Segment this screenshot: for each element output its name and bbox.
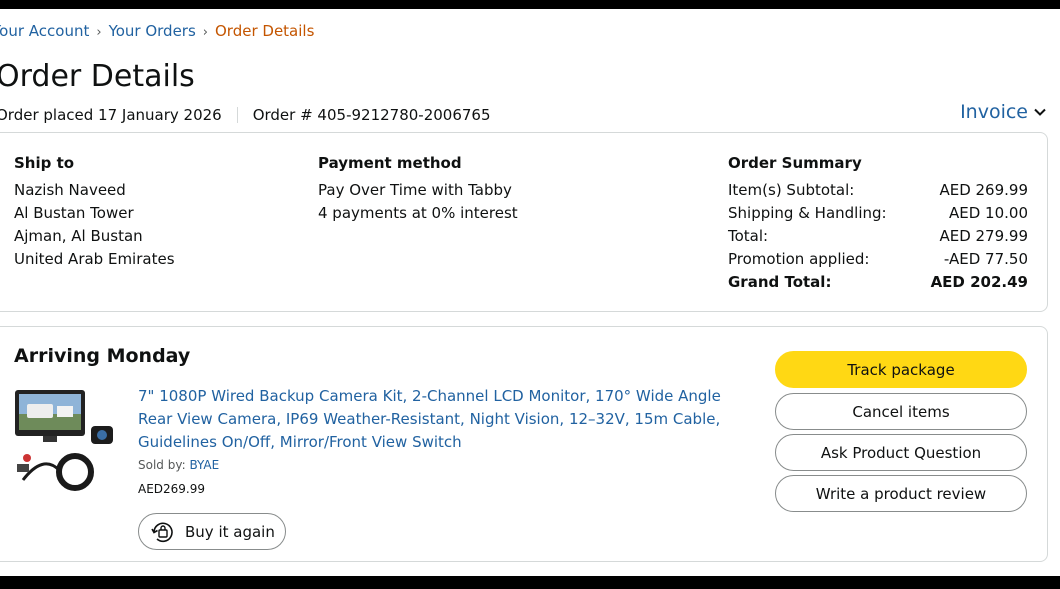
- meta-divider: [236, 107, 238, 123]
- invoice-dropdown[interactable]: Invoice: [960, 101, 1046, 123]
- buy-again-button[interactable]: Buy it again: [138, 513, 286, 550]
- summary-value: AED 279.99: [939, 227, 1028, 245]
- payment-line: Pay Over Time with Tabby: [318, 181, 512, 199]
- order-meta: Order placed 17 January 2026 Order # 405…: [0, 106, 491, 124]
- summary-label: Total:: [728, 227, 769, 245]
- breadcrumb-separator: ›: [202, 25, 208, 40]
- summary-row: Item(s) Subtotal: AED 269.99: [728, 179, 1028, 202]
- summary-label: Item(s) Subtotal:: [728, 181, 855, 199]
- breadcrumb-current: Order Details: [215, 22, 315, 40]
- shipment-card: Arriving Monday 7" 1080P Wired Backup Ca…: [0, 326, 1048, 562]
- ask-product-question-button[interactable]: Ask Product Question: [775, 434, 1027, 471]
- summary-value: AED 269.99: [939, 181, 1028, 199]
- summary-row: Total: AED 279.99: [728, 225, 1028, 248]
- summary-label: Shipping & Handling:: [728, 204, 887, 222]
- order-placed-date: Order placed 17 January 2026: [0, 106, 222, 124]
- summary-heading: Order Summary: [728, 154, 862, 172]
- track-package-button[interactable]: Track package: [775, 351, 1027, 388]
- breadcrumb-your-account[interactable]: Your Account: [0, 22, 89, 40]
- payment-method-section: Payment method Pay Over Time with Tabby …: [318, 152, 518, 225]
- item-price: AED269.99: [138, 482, 206, 496]
- delivery-status: Arriving Monday: [14, 345, 191, 367]
- write-review-button[interactable]: Write a product review: [775, 475, 1027, 512]
- sold-by: Sold by: BYAE: [138, 458, 219, 472]
- chevron-down-icon: [1034, 108, 1046, 116]
- product-image[interactable]: [13, 384, 119, 492]
- grand-total-row: Grand Total: AED 202.49: [728, 271, 1028, 294]
- breadcrumb-separator: ›: [96, 25, 102, 40]
- ship-to-section: Ship to Nazish Naveed Al Bustan Tower Aj…: [14, 152, 175, 271]
- ship-to-line: Al Bustan Tower: [14, 204, 134, 222]
- reorder-icon: [151, 522, 173, 542]
- order-summary-section: Order Summary Item(s) Subtotal: AED 269.9…: [728, 152, 1028, 294]
- grand-total-label: Grand Total:: [728, 273, 832, 291]
- buy-again-label: Buy it again: [185, 522, 275, 541]
- ship-to-line: United Arab Emirates: [14, 250, 175, 268]
- ship-to-heading: Ship to: [14, 154, 75, 172]
- order-details-page: Your Account › Your Orders › Order Details O…: [0, 9, 1060, 576]
- invoice-label: Invoice: [960, 101, 1028, 123]
- sold-by-label: Sold by:: [138, 458, 186, 472]
- order-info-card: Ship to Nazish Naveed Al Bustan Tower Aj…: [0, 132, 1048, 312]
- payment-line: 4 payments at 0% interest: [318, 204, 518, 222]
- seller-link[interactable]: BYAE: [189, 458, 219, 472]
- payment-heading: Payment method: [318, 154, 462, 172]
- grand-total-value: AED 202.49: [930, 273, 1028, 291]
- cancel-items-button[interactable]: Cancel items: [775, 393, 1027, 430]
- page-title: Order Details: [0, 59, 195, 94]
- order-number: Order # 405-9212780-2006765: [252, 106, 491, 124]
- summary-value: -AED 77.50: [943, 250, 1028, 268]
- summary-label: Promotion applied:: [728, 250, 870, 268]
- summary-value: AED 10.00: [949, 204, 1028, 222]
- breadcrumb: Your Account › Your Orders › Order Details: [0, 22, 314, 40]
- ship-to-line: Nazish Naveed: [14, 181, 126, 199]
- summary-row: Shipping & Handling: AED 10.00: [728, 202, 1028, 225]
- ship-to-line: Ajman, Al Bustan: [14, 227, 143, 245]
- product-title-link[interactable]: 7" 1080P Wired Backup Camera Kit, 2-Chan…: [138, 385, 758, 454]
- breadcrumb-your-orders[interactable]: Your Orders: [109, 22, 196, 40]
- summary-row: Promotion applied: -AED 77.50: [728, 248, 1028, 271]
